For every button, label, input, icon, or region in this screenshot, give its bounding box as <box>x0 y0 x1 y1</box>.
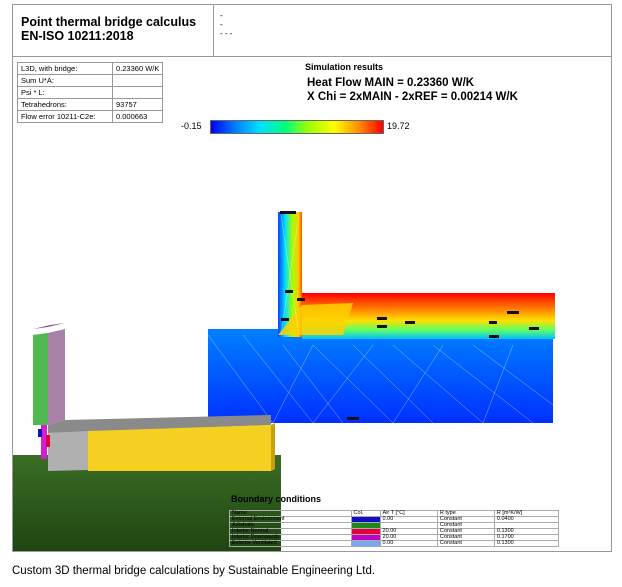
image-caption: Custom 3D thermal bridge calculations by… <box>12 565 376 577</box>
bc-air-temp: 0.00 <box>379 540 438 547</box>
bc-r-value: 0.1300 <box>493 540 560 547</box>
boundary-conditions-table: Name Col. Air T [°C] R type R [m²K/W] Ex… <box>229 510 560 547</box>
floor-edge-face <box>48 431 88 471</box>
floor-slab-face <box>88 425 271 471</box>
bc-r-type: Constant <box>436 540 495 547</box>
interior-normal-surface <box>46 435 50 447</box>
simulation-visualization <box>13 211 555 551</box>
wall-insulation-face <box>48 329 65 425</box>
wall-top-face <box>33 323 65 329</box>
bc-name: Exterior Ventilated <box>229 540 352 547</box>
table-row: Exterior Ventilated 0.00 Constant 0.1300 <box>229 540 560 547</box>
bc-color-swatch <box>350 540 381 547</box>
wall-outer-face <box>33 333 48 425</box>
floor-slab-side <box>271 423 275 471</box>
external-surface <box>38 429 42 437</box>
report-sheet: Point thermal bridge calculus EN-ISO 102… <box>12 4 612 552</box>
boundary-conditions-title: Boundary conditions <box>231 494 321 504</box>
